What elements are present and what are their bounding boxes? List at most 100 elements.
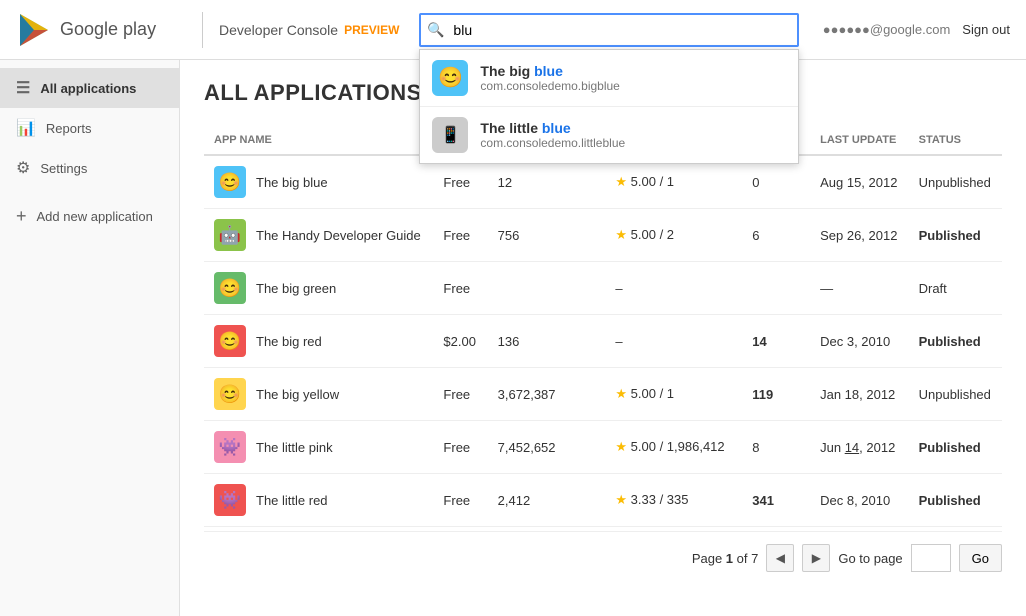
sidebar: ☰ All applications 📊 Reports ⚙ Settings … [0, 60, 180, 616]
sidebar-item-all-applications[interactable]: ☰ All applications [0, 68, 179, 108]
app-name: The Handy Developer Guide [256, 228, 421, 243]
app-price: Free [433, 209, 487, 262]
little-blue-name: The little blue [480, 120, 625, 136]
sidebar-item-reports[interactable]: 📊 Reports [0, 108, 179, 148]
reports-icon: 📊 [16, 118, 36, 138]
app-name-cell: 😊 The big red [204, 315, 433, 368]
pagination: Page 1 of 7 ◀ ▶ Go to page Go [204, 531, 1002, 576]
app-rating: – [605, 262, 742, 315]
header: Google play Developer Console PREVIEW 🔍 … [0, 0, 1026, 60]
app-installs: 756 [488, 209, 606, 262]
app-status: Published [909, 474, 1002, 527]
little-blue-result-text: The little blue com.consoledemo.littlebl… [480, 120, 625, 150]
sidebar-settings-label: Settings [40, 161, 87, 176]
app-name-cell: 👾 The little red [204, 474, 433, 527]
app-name: The big red [256, 334, 322, 349]
big-blue-result-text: The big blue com.consoledemo.bigblue [480, 63, 619, 93]
search-input[interactable] [419, 13, 799, 47]
app-last-update: Jun 14, 2012 [810, 421, 909, 474]
app-price: Free [433, 474, 487, 527]
app-last-update: — [810, 262, 909, 315]
app-rating: – [605, 315, 742, 368]
app-status: Published [909, 315, 1002, 368]
go-to-page-label: Go to page [838, 551, 902, 566]
app-icon: 👾 [214, 484, 246, 516]
app-rating: ★ 5.00 / 1 [605, 368, 742, 421]
sign-out-button[interactable]: Sign out [962, 22, 1010, 37]
app-price: $2.00 [433, 315, 487, 368]
app-last-update: Jan 18, 2012 [810, 368, 909, 421]
app-status: Unpublished [909, 368, 1002, 421]
app-rating: ★ 5.00 / 1,986,412 [605, 421, 742, 474]
app-last-update: Dec 8, 2010 [810, 474, 909, 527]
table-row[interactable]: 👾 The little pink Free7,452,652★ 5.00 / … [204, 421, 1002, 474]
app-errors: 8 [742, 421, 810, 474]
all-apps-icon: ☰ [16, 78, 30, 98]
user-email: ●●●●●●@google.com [823, 22, 951, 37]
app-installs: 7,452,652 [488, 421, 606, 474]
big-blue-result-icon: 😊 [432, 60, 468, 96]
app-last-update: Sep 26, 2012 [810, 209, 909, 262]
app-name-cell: 😊 The big green [204, 262, 433, 315]
app-name: The big yellow [256, 387, 339, 402]
prev-page-button[interactable]: ◀ [766, 544, 794, 572]
app-rating: ★ 5.00 / 2 [605, 209, 742, 262]
app-last-update: Aug 15, 2012 [810, 155, 909, 209]
app-installs: 2,412 [488, 474, 606, 527]
table-row[interactable]: 👾 The little red Free2,412★ 3.33 / 33534… [204, 474, 1002, 527]
app-errors: 119 [742, 368, 810, 421]
app-price: Free [433, 421, 487, 474]
app-table-body: 😊 The big blue Free12★ 5.00 / 10Aug 15, … [204, 155, 1002, 527]
search-dropdown: 😊 The big blue com.consoledemo.bigblue 📱… [419, 49, 799, 164]
add-app-label: Add new application [37, 209, 153, 224]
app-icon: 😊 [214, 325, 246, 357]
col-header-app-name: APP NAME [204, 126, 433, 155]
app-table: APP NAME PRICE ACTIVE INSTALLS AVG. RATI… [204, 126, 1002, 527]
star-icon: ★ [615, 174, 627, 189]
star-icon: ★ [615, 386, 627, 401]
col-header-last-update: LAST UPDATE [810, 126, 909, 155]
app-name: The big green [256, 281, 336, 296]
app-icon: 👾 [214, 431, 246, 463]
app-errors [742, 262, 810, 315]
console-title: Developer Console [219, 22, 338, 38]
add-new-application-button[interactable]: + Add new application [0, 196, 179, 237]
app-installs: 136 [488, 315, 606, 368]
sidebar-item-settings[interactable]: ⚙ Settings [0, 148, 179, 188]
app-status: Published [909, 421, 1002, 474]
app-installs: 3,672,387 [488, 368, 606, 421]
app-last-update: Dec 3, 2010 [810, 315, 909, 368]
logo-text: Google play [60, 19, 156, 40]
table-row[interactable]: 😊 The big red $2.00136–14Dec 3, 2010Publ… [204, 315, 1002, 368]
header-right: ●●●●●●@google.com Sign out [823, 22, 1010, 37]
big-blue-pkg: com.consoledemo.bigblue [480, 79, 619, 93]
star-icon: ★ [615, 227, 627, 242]
app-price: Free [433, 262, 487, 315]
search-container: 🔍 😊 The big blue com.consoledemo.bigblue… [419, 13, 799, 47]
logo-area: Google play [16, 12, 186, 48]
plus-icon: + [16, 206, 27, 227]
google-play-logo-icon [16, 12, 52, 48]
table-row[interactable]: 😊 The big green Free – —Draft [204, 262, 1002, 315]
search-result-item-2[interactable]: 📱 The little blue com.consoledemo.little… [420, 107, 798, 163]
page-label: Page 1 of 7 [692, 551, 759, 566]
app-name-cell: 😊 The big blue [204, 155, 433, 209]
search-icon: 🔍 [427, 21, 444, 38]
col-header-status: STATUS [909, 126, 1002, 155]
star-icon: ★ [615, 439, 627, 454]
app-status: Draft [909, 262, 1002, 315]
next-page-button[interactable]: ▶ [802, 544, 830, 572]
preview-badge: PREVIEW [344, 23, 399, 37]
table-row[interactable]: 😊 The big yellow Free3,672,387★ 5.00 / 1… [204, 368, 1002, 421]
app-errors: 14 [742, 315, 810, 368]
go-to-page-input[interactable] [911, 544, 951, 572]
app-name: The little pink [256, 440, 333, 455]
app-errors: 341 [742, 474, 810, 527]
app-name-cell: 👾 The little pink [204, 421, 433, 474]
go-button[interactable]: Go [959, 544, 1002, 572]
search-result-item[interactable]: 😊 The big blue com.consoledemo.bigblue [420, 50, 798, 107]
app-icon: 😊 [214, 166, 246, 198]
settings-icon: ⚙ [16, 158, 30, 178]
table-row[interactable]: 🤖 The Handy Developer Guide Free756★ 5.0… [204, 209, 1002, 262]
app-status: Published [909, 209, 1002, 262]
